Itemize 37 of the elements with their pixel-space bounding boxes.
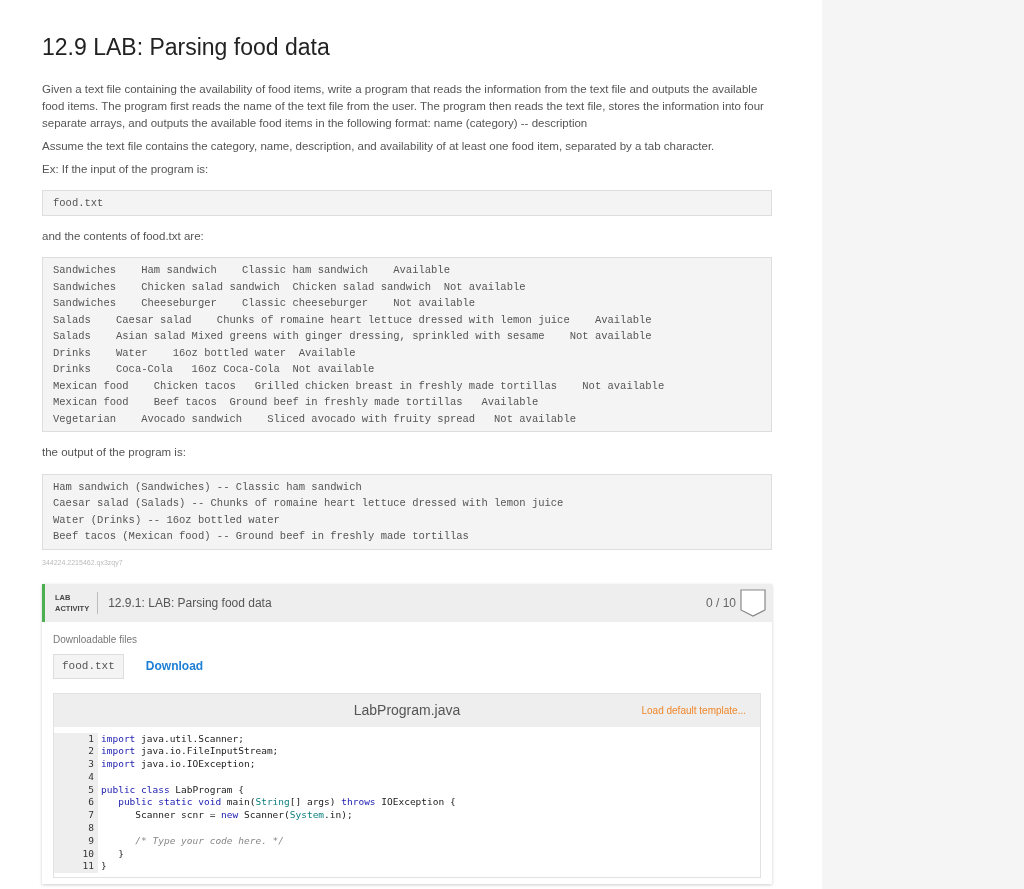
line-number: 8 — [88, 822, 94, 835]
code-line: } — [101, 860, 108, 874]
line-number: 2 — [88, 745, 94, 759]
file-name: food.txt — [53, 654, 124, 679]
output-example: Ham sandwich (Sandwiches) -- Classic ham sandwich Caesar salad (Salads) -- Chunks of romaine heart lettuce dressed with lemon juice Water (Drinks) -- 16oz bottled water Beef tacos (Mexican food) -- Ground beef in freshly made tortillas — [42, 473, 772, 550]
description-text: Assume the text file contains the category, name, description, and availability of at least one food item, separated by a tab character. — [42, 138, 716, 154]
line-number: 5 — [88, 783, 94, 797]
code-line: } — [117, 847, 125, 861]
line-number: 6 — [88, 796, 94, 810]
code-line: import java.io.IOException; — [101, 758, 257, 771]
code-line: public static void main(String[] args) throws IOException { — [117, 796, 456, 810]
input-example: food.txt — [42, 189, 772, 216]
description-text: Ex: If the input of the program is: — [42, 161, 210, 177]
file-contents-example: Sandwiches Ham sandwich Classic ham sandwich Available Sandwiches Chicken salad sandwich Chicken salad sandwich Not available Sandwiches Cheeseburger Classic cheeseburger Not available Salads Caesar salad Chunks of romaine heart lettuce dressed with lemon juice Available Salads Asian salad Mixed greens with ginger dressing, sprinkled with sesame Not available Drinks Water 16oz bottled water Available Drinks Coca-Cola 16oz Coca-Cola Not available Mexican food Chicken tacos Grilled chicken breast in freshly made tortillas Not available Mexican food Beef tacos Ground beef in freshly made tortillas Available Vegetarian Avocado sandwich Sliced avocado with fruity spread Not available — [42, 257, 772, 433]
line-number: 1 — [88, 732, 94, 746]
line-number: 9 — [88, 834, 94, 848]
description-text: and the contents of food.txt are: — [42, 229, 205, 244]
code-line: import java.io.FileInputStream; — [101, 745, 280, 759]
code-line: import java.util.Scanner; — [101, 732, 245, 746]
editor-filename: LabProgram.java — [353, 700, 461, 720]
line-number: 11 — [82, 860, 94, 874]
downloads-label: Downloadable files — [53, 633, 137, 647]
line-number: 4 — [88, 770, 94, 784]
download-link[interactable]: Download — [145, 657, 204, 676]
description-text: Given a text file containing the availability of food items, write a program that reads the information from the text file and outputs the available food items. The program first reads the name of the text file from the user. The program then reads the text file, stores the information into four separate arrays, and outputs the available food items in the following format: name (category) -- description — [42, 81, 765, 131]
score-text: 0 / 10 — [705, 595, 736, 612]
code-line: /* Type your code here. */ — [134, 834, 286, 848]
line-number: 10 — [82, 847, 94, 861]
description-text: the output of the program is: — [42, 445, 187, 461]
page-title: 12.9 LAB: Parsing food data — [42, 33, 331, 62]
load-template-link[interactable]: Load default template... — [641, 702, 746, 718]
completion-badge-icon — [740, 589, 766, 617]
line-number: 3 — [88, 758, 94, 771]
line-number: 7 — [88, 809, 94, 823]
activity-title: 12.9.1: LAB: Parsing food data — [108, 595, 272, 612]
code-line: public class LabProgram { — [101, 783, 245, 797]
code-line: Scanner scnr = new Scanner(System.in); — [134, 809, 354, 823]
